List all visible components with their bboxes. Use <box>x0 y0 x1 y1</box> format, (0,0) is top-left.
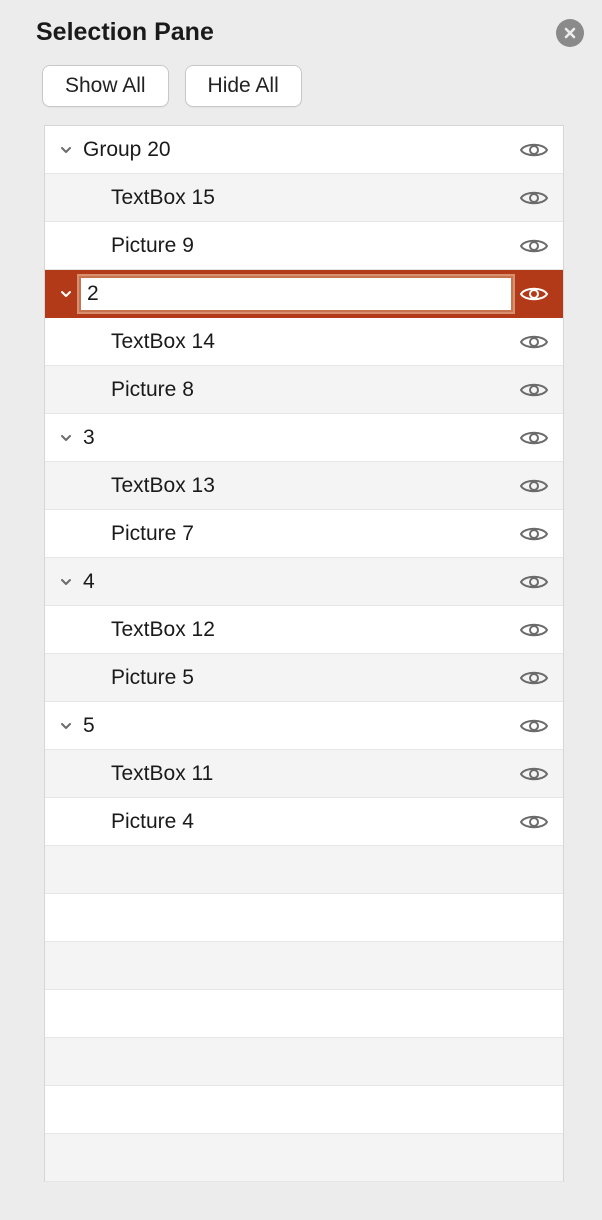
eye-icon <box>519 284 549 304</box>
object-list[interactable]: Group 20 TextBox 15 Picture 9 TextBox 14 Pic… <box>44 125 564 1182</box>
chevron-down-icon <box>59 719 73 733</box>
eye-icon <box>519 428 549 448</box>
eye-icon <box>519 620 549 640</box>
visibility-toggle[interactable] <box>515 668 549 688</box>
chevron-down-icon <box>59 287 73 301</box>
empty-row <box>45 942 563 990</box>
item-label: TextBox 13 <box>77 474 515 498</box>
item-label: 3 <box>77 426 515 450</box>
chevron-down-icon <box>59 575 73 589</box>
close-icon <box>563 26 577 40</box>
list-item[interactable]: TextBox 13 <box>45 462 563 510</box>
list-item[interactable]: TextBox 12 <box>45 606 563 654</box>
eye-icon <box>519 236 549 256</box>
list-item[interactable] <box>45 270 563 318</box>
eye-icon <box>519 332 549 352</box>
item-label: TextBox 15 <box>77 186 515 210</box>
rename-input-wrap <box>77 274 515 314</box>
list-item[interactable]: Group 20 <box>45 126 563 174</box>
expand-toggle[interactable] <box>55 431 77 445</box>
item-label: Group 20 <box>77 138 515 162</box>
list-item[interactable]: 4 <box>45 558 563 606</box>
toolbar: Show All Hide All <box>0 59 602 125</box>
visibility-toggle[interactable] <box>515 428 549 448</box>
item-label: Picture 8 <box>77 378 515 402</box>
empty-row <box>45 846 563 894</box>
list-item[interactable]: Picture 7 <box>45 510 563 558</box>
expand-toggle[interactable] <box>55 287 77 301</box>
eye-icon <box>519 716 549 736</box>
close-button[interactable] <box>556 19 584 47</box>
list-item[interactable]: Picture 4 <box>45 798 563 846</box>
visibility-toggle[interactable] <box>515 716 549 736</box>
eye-icon <box>519 812 549 832</box>
visibility-toggle[interactable] <box>515 332 549 352</box>
visibility-toggle[interactable] <box>515 524 549 544</box>
list-item[interactable]: 3 <box>45 414 563 462</box>
item-label: TextBox 12 <box>77 618 515 642</box>
show-all-button[interactable]: Show All <box>42 65 169 107</box>
item-label: 4 <box>77 570 515 594</box>
visibility-toggle[interactable] <box>515 812 549 832</box>
item-label: Picture 4 <box>77 810 515 834</box>
expand-toggle[interactable] <box>55 719 77 733</box>
item-label: Picture 5 <box>77 666 515 690</box>
item-label: 5 <box>77 714 515 738</box>
empty-row <box>45 1086 563 1134</box>
list-item[interactable]: Picture 5 <box>45 654 563 702</box>
eye-icon <box>519 524 549 544</box>
eye-icon <box>519 764 549 784</box>
visibility-toggle[interactable] <box>515 380 549 400</box>
expand-toggle[interactable] <box>55 143 77 157</box>
visibility-toggle[interactable] <box>515 284 549 304</box>
visibility-toggle[interactable] <box>515 620 549 640</box>
hide-all-button[interactable]: Hide All <box>185 65 302 107</box>
visibility-toggle[interactable] <box>515 236 549 256</box>
visibility-toggle[interactable] <box>515 476 549 496</box>
list-item[interactable]: TextBox 15 <box>45 174 563 222</box>
eye-icon <box>519 140 549 160</box>
visibility-toggle[interactable] <box>515 764 549 784</box>
visibility-toggle[interactable] <box>515 188 549 208</box>
eye-icon <box>519 668 549 688</box>
item-label: TextBox 14 <box>77 330 515 354</box>
list-item[interactable]: 5 <box>45 702 563 750</box>
eye-icon <box>519 572 549 592</box>
list-item[interactable]: TextBox 14 <box>45 318 563 366</box>
pane-title: Selection Pane <box>36 18 214 47</box>
empty-row <box>45 1038 563 1086</box>
list-item[interactable]: TextBox 11 <box>45 750 563 798</box>
item-label: TextBox 11 <box>77 762 515 786</box>
visibility-toggle[interactable] <box>515 572 549 592</box>
rename-input[interactable] <box>79 276 513 312</box>
list-item[interactable]: Picture 9 <box>45 222 563 270</box>
eye-icon <box>519 380 549 400</box>
selection-pane: Selection Pane Show All Hide All Group 2… <box>0 0 602 1182</box>
expand-toggle[interactable] <box>55 575 77 589</box>
empty-row <box>45 990 563 1038</box>
item-label: Picture 7 <box>77 522 515 546</box>
item-label: Picture 9 <box>77 234 515 258</box>
chevron-down-icon <box>59 143 73 157</box>
visibility-toggle[interactable] <box>515 140 549 160</box>
list-item[interactable]: Picture 8 <box>45 366 563 414</box>
pane-header: Selection Pane <box>0 12 602 59</box>
empty-row <box>45 894 563 942</box>
chevron-down-icon <box>59 431 73 445</box>
eye-icon <box>519 188 549 208</box>
eye-icon <box>519 476 549 496</box>
empty-row <box>45 1134 563 1182</box>
